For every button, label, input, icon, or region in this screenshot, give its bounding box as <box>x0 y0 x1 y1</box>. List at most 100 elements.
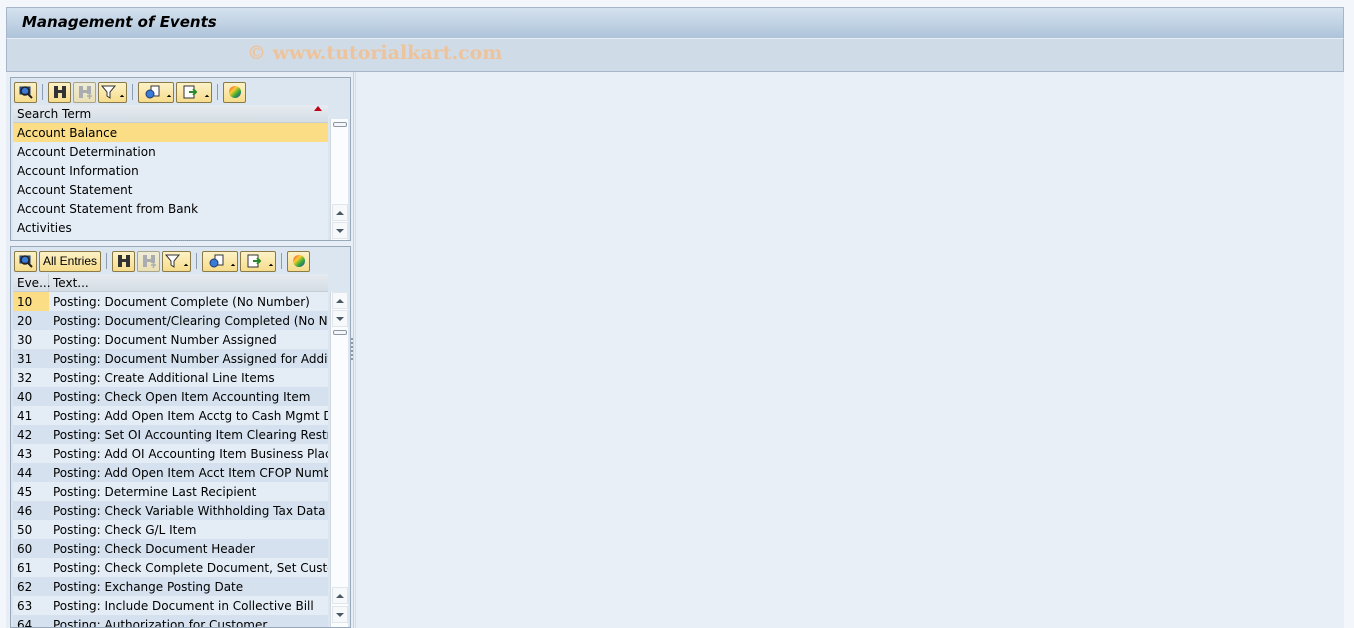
column-header-text[interactable]: Text... <box>49 274 328 291</box>
export-icon <box>183 85 199 99</box>
list-item[interactable]: Account Balance <box>13 123 328 142</box>
list-item[interactable]: Account Determination <box>13 142 328 161</box>
table-row[interactable]: 62 Posting: Exchange Posting Date <box>13 577 328 596</box>
arrow-up-icon <box>336 593 344 598</box>
event-text-cell: Posting: Exchange Posting Date <box>53 579 244 594</box>
table-row[interactable]: 41 Posting: Add Open Item Acctg to Cash M… <box>13 406 328 425</box>
find-next-button[interactable] <box>73 81 96 103</box>
table-row[interactable]: 63 Posting: Include Document in Collectiv… <box>13 596 328 615</box>
color-wheel-icon <box>291 254 307 268</box>
event-number-cell: 30 <box>17 332 33 347</box>
layout-button[interactable] <box>223 81 246 103</box>
application-toolbar: © www.tutorialkart.com <box>6 39 1344 72</box>
column-header-search-term[interactable]: Search Term <box>13 105 328 123</box>
filter-button[interactable] <box>162 250 192 272</box>
scroll-down-button[interactable] <box>332 222 348 239</box>
event-text-cell: Posting: Check Variable Withholding Tax … <box>53 503 326 518</box>
table-row[interactable]: 10 Posting: Document Complete (No Number) <box>13 292 328 311</box>
events-scrollbar[interactable] <box>330 292 348 627</box>
table-row[interactable]: 61 Posting: Check Complete Document, Set … <box>13 558 328 577</box>
search-term-panel: Search Term Account Balance Account Dete… <box>10 77 351 241</box>
filter-button[interactable] <box>98 81 127 103</box>
toolbar-separator <box>132 84 133 100</box>
detail-pane <box>355 72 1344 628</box>
event-text-cell: Posting: Check Open Item Accounting Item <box>53 389 311 404</box>
event-text-cell: Posting: Add Open Item Acctg to Cash Mgm… <box>53 408 328 423</box>
table-row[interactable]: 40 Posting: Check Open Item Accounting It… <box>13 387 328 406</box>
arrow-down-icon <box>336 612 344 617</box>
print-preview-button[interactable] <box>202 250 239 272</box>
table-row[interactable]: 20 Posting: Document/Clearing Completed (… <box>13 311 328 330</box>
table-row[interactable]: 30 Posting: Document Number Assigned <box>13 330 328 349</box>
details-button[interactable] <box>14 81 37 103</box>
binoculars-icon <box>116 254 132 268</box>
event-number-cell: 63 <box>17 598 33 613</box>
event-text-cell: Posting: Authorization for Customer <box>53 617 268 628</box>
arrow-up-icon <box>336 210 344 215</box>
table-row[interactable]: 46 Posting: Check Variable Withholding Ta… <box>13 501 328 520</box>
event-number-cell: 50 <box>17 522 33 537</box>
toolbar-separator <box>106 253 108 269</box>
event-number-cell: 60 <box>17 541 33 556</box>
event-text-cell: Posting: Check Complete Document, Set Cu… <box>53 560 328 575</box>
event-text-cell: Posting: Document Complete (No Number) <box>53 294 310 309</box>
print-preview-icon <box>209 254 225 268</box>
list-item[interactable]: Activities <box>13 218 328 237</box>
event-text-cell: Posting: Include Document in Collective … <box>53 598 314 613</box>
event-text-cell: Posting: Document Number Assigned <box>53 332 277 347</box>
event-text-cell: Posting: Check G/L Item <box>53 522 197 537</box>
title-bar: Management of Events <box>6 7 1344 39</box>
table-row[interactable]: 31 Posting: Document Number Assigned for … <box>13 349 328 368</box>
table-row[interactable]: 44 Posting: Add Open Item Acct Item CFOP … <box>13 463 328 482</box>
details-button[interactable] <box>14 250 37 272</box>
event-number-cell: 31 <box>17 351 33 366</box>
event-text-cell: Posting: Document Number Assigned for Ad… <box>53 351 328 366</box>
export-button[interactable] <box>240 250 277 272</box>
scrollbar-thumb[interactable] <box>333 122 347 127</box>
magnifier-details-icon <box>18 254 34 268</box>
funnel-icon <box>164 254 181 268</box>
print-preview-button[interactable] <box>138 81 174 103</box>
table-row[interactable]: 50 Posting: Check G/L Item <box>13 520 328 539</box>
sort-ascending-icon <box>314 106 322 111</box>
table-row[interactable]: 42 Posting: Set OI Accounting Item Cleari… <box>13 425 328 444</box>
search-term-list: Search Term Account Balance Account Dete… <box>13 105 328 240</box>
table-header: Eve... Text... <box>13 274 328 292</box>
scroll-down-button[interactable] <box>332 310 348 327</box>
find-button[interactable] <box>112 250 136 272</box>
binoculars-plus-icon <box>141 254 157 268</box>
scroll-down-button[interactable] <box>332 606 348 623</box>
vertical-splitter-handle[interactable] <box>351 338 354 360</box>
list-item[interactable]: Account Information <box>13 161 328 180</box>
all-entries-button[interactable]: All Entries <box>39 250 102 272</box>
scroll-up-button[interactable] <box>332 204 348 221</box>
list-item[interactable]: Account Statement <box>13 180 328 199</box>
events-panel: All Entries Eve... Text... 10 Posting: D… <box>10 246 351 628</box>
toolbar-separator <box>42 84 43 100</box>
horizontal-splitter-handle[interactable] <box>170 240 190 243</box>
event-text-cell: Posting: Add Open Item Acct Item CFOP Nu… <box>53 465 328 480</box>
table-row[interactable]: 60 Posting: Check Document Header <box>13 539 328 558</box>
list-item[interactable]: Account Statement from Bank <box>13 199 328 218</box>
export-icon <box>247 254 263 268</box>
events-table: Eve... Text... 10 Posting: Document Compl… <box>13 274 328 627</box>
table-row[interactable]: 43 Posting: Add OI Accounting Item Busine… <box>13 444 328 463</box>
table-row[interactable]: 32 Posting: Create Additional Line Items <box>13 368 328 387</box>
search-term-scrollbar[interactable] <box>330 119 348 240</box>
search-term-toolbar <box>14 81 246 103</box>
binoculars-icon <box>52 85 68 99</box>
find-button[interactable] <box>48 81 71 103</box>
scroll-up-button[interactable] <box>332 587 348 604</box>
scrollbar-thumb[interactable] <box>333 330 347 335</box>
export-button[interactable] <box>176 81 212 103</box>
table-row[interactable]: 64 Posting: Authorization for Customer <box>13 615 328 627</box>
column-header-event[interactable]: Eve... <box>13 274 51 291</box>
toolbar-separator <box>196 253 198 269</box>
event-text-cell: Posting: Add OI Accounting Item Business… <box>53 446 328 461</box>
table-row[interactable]: 45 Posting: Determine Last Recipient <box>13 482 328 501</box>
layout-button[interactable] <box>287 250 311 272</box>
event-number-cell: 64 <box>17 617 33 628</box>
scroll-up-button[interactable] <box>332 292 348 309</box>
event-number-cell: 45 <box>17 484 33 499</box>
find-next-button[interactable] <box>137 250 161 272</box>
